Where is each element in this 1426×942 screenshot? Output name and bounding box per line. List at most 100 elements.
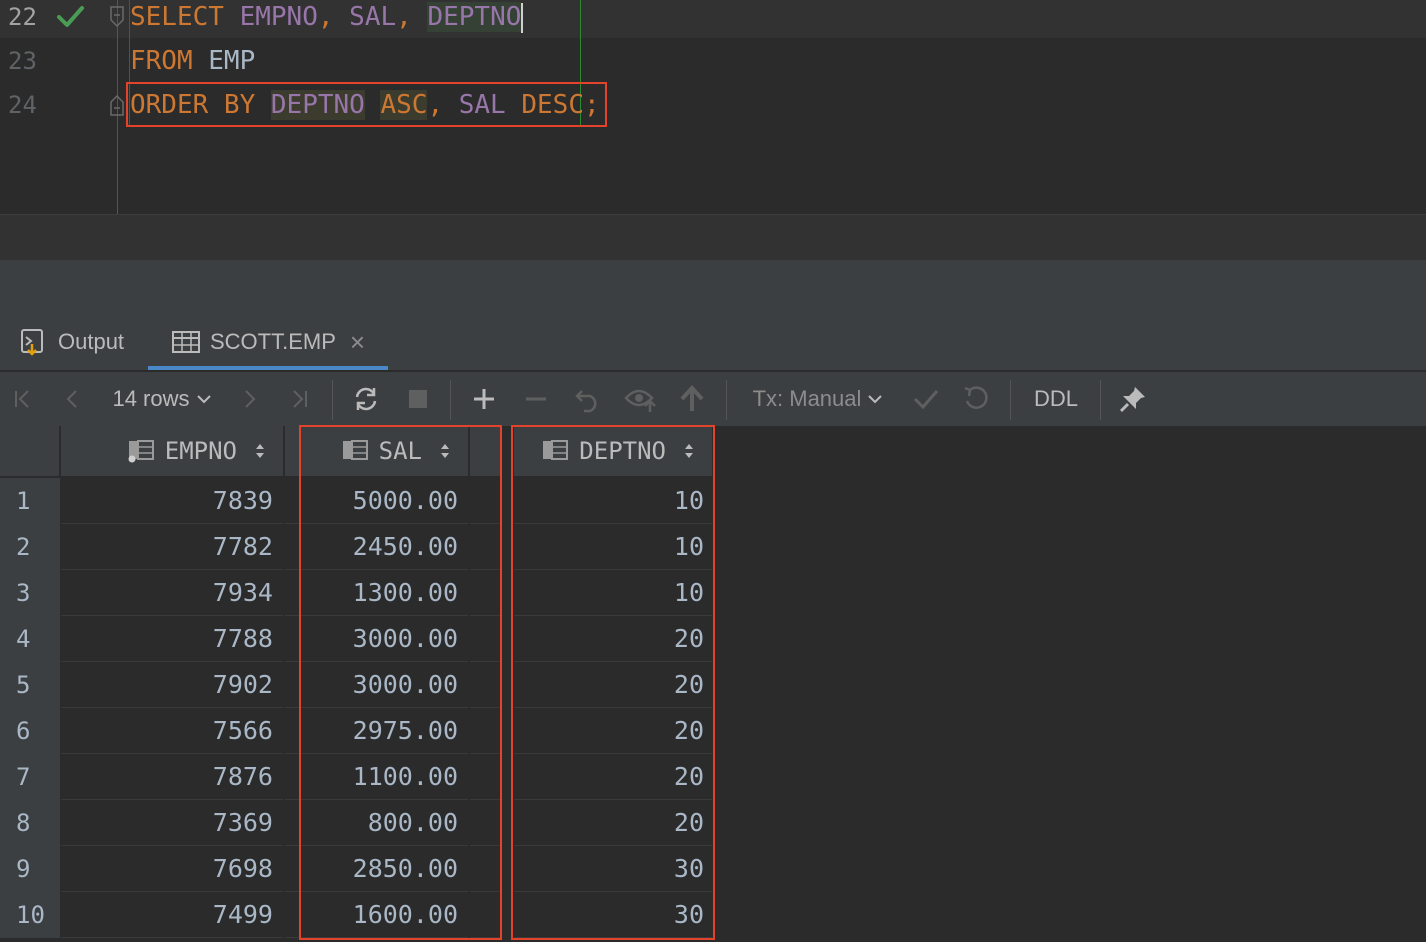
- check-icon: [913, 390, 939, 410]
- table-icon: [172, 331, 200, 353]
- toolbar-separator: [332, 380, 333, 420]
- panel-splitter[interactable]: [0, 260, 1426, 314]
- row-number[interactable]: 9: [0, 846, 60, 892]
- keyword-from: FROM: [130, 46, 193, 76]
- rollback-icon: [964, 386, 988, 409]
- line-number: 24: [8, 91, 37, 119]
- transaction-mode-dropdown[interactable]: Tx: Manual: [748, 372, 888, 426]
- editor-bottom-area: [0, 214, 1426, 261]
- submit-button[interactable]: [676, 372, 708, 426]
- row-number[interactable]: 2: [0, 524, 60, 570]
- fold-start-icon[interactable]: [109, 6, 125, 28]
- undo-icon: [575, 390, 597, 413]
- next-page-button[interactable]: [234, 372, 264, 426]
- sort-icon[interactable]: [253, 441, 267, 461]
- cell-empno[interactable]: 7698: [61, 846, 283, 892]
- comma: ,: [396, 2, 412, 32]
- preview-button[interactable]: [622, 372, 660, 426]
- close-icon[interactable]: ×: [350, 327, 365, 358]
- cell-empno[interactable]: 7876: [61, 754, 283, 800]
- sql-editor[interactable]: 22 23 24 SELECT EMPNO, SAL, DEPTNO FROM …: [0, 0, 1426, 214]
- cell-empno[interactable]: 7499: [61, 892, 283, 938]
- rows-count-label: 14 rows: [112, 386, 190, 411]
- toolbar-separator: [726, 380, 727, 420]
- ddl-label: DDL: [1033, 386, 1078, 411]
- column-sal: SAL: [349, 2, 397, 32]
- row-number[interactable]: 4: [0, 616, 60, 662]
- delete-row-button[interactable]: [518, 372, 554, 426]
- chevron-right-icon: [245, 390, 256, 408]
- code-line-select[interactable]: SELECT EMPNO, SAL, DEPTNO: [130, 0, 524, 34]
- last-page-icon: [293, 390, 307, 408]
- active-tab-indicator: [148, 366, 388, 370]
- row-number[interactable]: 3: [0, 570, 60, 616]
- cell-empno[interactable]: 7369: [61, 800, 283, 846]
- arrow-up-icon: [680, 385, 704, 411]
- tab-scott-emp[interactable]: SCOTT.EMP ×: [172, 314, 365, 370]
- revert-button[interactable]: [570, 372, 606, 426]
- annotation-box-order-by: [126, 82, 607, 127]
- results-tab-bar: Output SCOTT.EMP ×: [0, 314, 1426, 371]
- cell-empno[interactable]: 7788: [61, 616, 283, 662]
- tab-output[interactable]: Output: [20, 314, 124, 370]
- row-number[interactable]: 7: [0, 754, 60, 800]
- rollback-button[interactable]: [958, 372, 994, 426]
- cell-empno[interactable]: 7902: [61, 662, 283, 708]
- cell-empno[interactable]: 7839: [61, 478, 283, 524]
- tab-output-label: Output: [58, 329, 125, 354]
- pin-tab-button[interactable]: [1114, 372, 1152, 426]
- ddl-button[interactable]: DDL: [1024, 372, 1088, 426]
- check-icon: [57, 6, 84, 27]
- results-toolbar: 14 rows Tx: Manual DDL: [0, 372, 1426, 427]
- add-row-button[interactable]: [466, 372, 502, 426]
- refresh-icon: [355, 387, 377, 411]
- keyword-select: SELECT: [130, 2, 224, 32]
- row-number[interactable]: 10: [0, 892, 60, 938]
- column-header-empno[interactable]: EMPNO: [61, 426, 283, 476]
- results-grid[interactable]: EMPNO SAL DEPTNO 1 7839 5000.00 10 2 7782 2450…: [0, 425, 1426, 942]
- last-page-button[interactable]: [284, 372, 314, 426]
- output-icon: [21, 329, 43, 356]
- line-number: 22: [8, 3, 37, 31]
- annotation-box-deptno-column: [511, 425, 715, 940]
- pin-icon: [1119, 387, 1145, 413]
- first-page-icon: [15, 390, 29, 408]
- commit-button[interactable]: [908, 372, 944, 426]
- toolbar-separator: [1010, 380, 1011, 420]
- eye-up-icon: [624, 389, 656, 412]
- annotation-box-sal-column: [299, 425, 502, 940]
- chevron-down-icon: [196, 395, 211, 404]
- previous-page-button[interactable]: [58, 372, 88, 426]
- chevron-down-icon: [868, 395, 883, 404]
- table-emp: EMP: [208, 46, 256, 76]
- cell-empno[interactable]: 7934: [61, 570, 283, 616]
- plus-icon: [474, 389, 494, 409]
- transaction-mode-label: Tx: Manual: [752, 386, 862, 411]
- row-number[interactable]: 8: [0, 800, 60, 846]
- minus-icon: [526, 397, 546, 401]
- fold-end-icon[interactable]: [109, 94, 125, 116]
- row-number-header: [0, 426, 59, 476]
- toolbar-separator: [1100, 380, 1101, 420]
- column-empno: EMPNO: [239, 2, 318, 32]
- first-page-button[interactable]: [8, 372, 38, 426]
- code-line-from[interactable]: FROM EMP: [130, 44, 255, 78]
- row-number[interactable]: 5: [0, 662, 60, 708]
- cell-empno[interactable]: 7782: [61, 524, 283, 570]
- rows-count-dropdown[interactable]: 14 rows: [106, 372, 218, 426]
- tab-scott-emp-label: SCOTT.EMP: [210, 329, 336, 354]
- text-cursor: [521, 2, 524, 33]
- line-number: 23: [8, 47, 37, 75]
- chevron-left-icon: [66, 390, 77, 408]
- primary-key-column-icon: [128, 440, 154, 463]
- comma: ,: [317, 2, 334, 32]
- refresh-button[interactable]: [348, 372, 384, 426]
- stop-button[interactable]: [402, 372, 434, 426]
- row-number[interactable]: 6: [0, 708, 60, 754]
- column-deptno: DEPTNO: [427, 2, 522, 32]
- column-header-label: EMPNO: [164, 437, 237, 465]
- cell-empno[interactable]: 7566: [61, 708, 283, 754]
- stop-icon: [409, 390, 427, 408]
- toolbar-separator: [450, 380, 451, 420]
- row-number[interactable]: 1: [0, 478, 60, 524]
